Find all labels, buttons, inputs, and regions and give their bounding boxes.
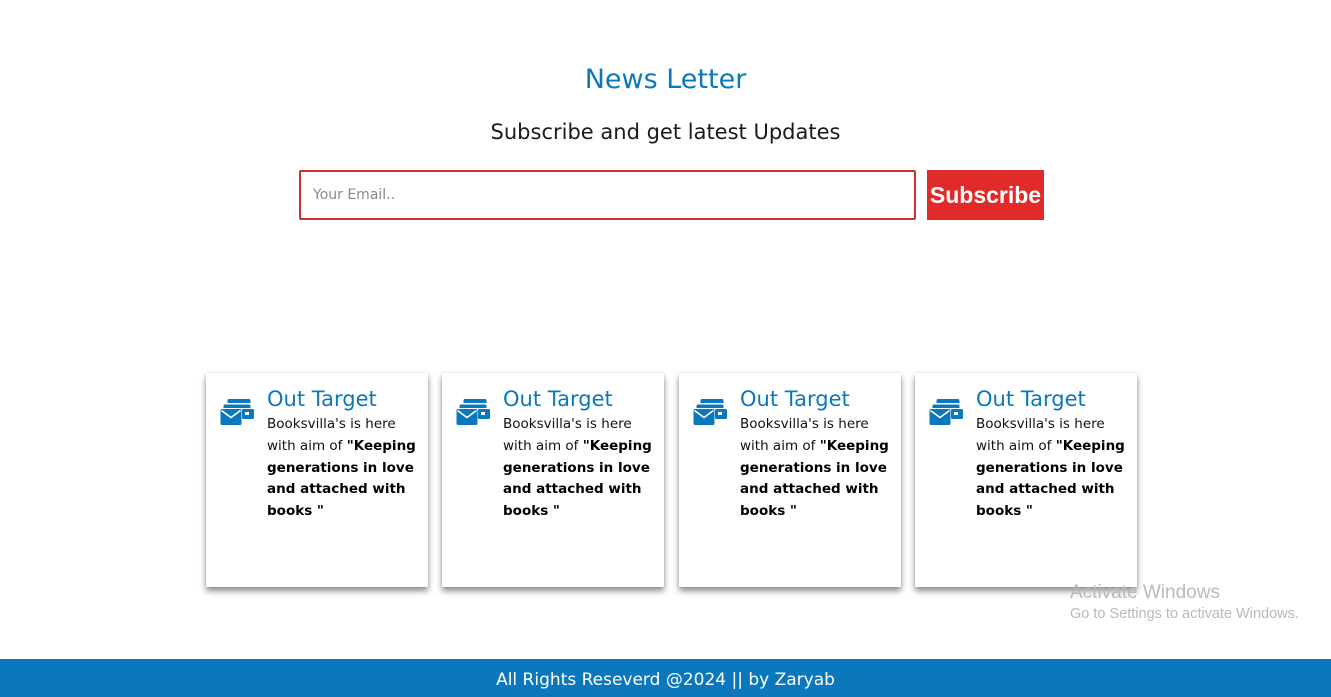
card-title: Out Target [503,387,613,411]
watermark-title: Activate Windows [1070,582,1220,603]
card-description: Booksvilla's is here with aim of "Keepin… [267,414,417,523]
card-title: Out Target [267,387,377,411]
subscribe-button[interactable]: Subscribe [927,170,1044,220]
footer-copyright: All Rights Reseverd @2024 || by Zaryab [496,670,835,690]
target-card: Out Target Booksvilla's is here with aim… [442,373,664,587]
envelopes-icon [456,397,490,427]
watermark-subtitle: Go to Settings to activate Windows. [1070,606,1299,622]
subscribe-form: Subscribe [299,170,1045,220]
newsletter-subtitle: Subscribe and get latest Updates [490,120,841,144]
activate-windows-watermark: Activate Windows Go to Settings to activ… [1070,582,1299,622]
target-card: Out Target Booksvilla's is here with aim… [679,373,901,587]
envelopes-icon [929,397,963,427]
card-title: Out Target [740,387,850,411]
card-description: Booksvilla's is here with aim of "Keepin… [976,414,1126,523]
target-card: Out Target Booksvilla's is here with aim… [206,373,428,587]
envelopes-icon [220,397,254,427]
target-card: Out Target Booksvilla's is here with aim… [915,373,1137,587]
envelopes-icon [693,397,727,427]
card-description: Booksvilla's is here with aim of "Keepin… [503,414,653,523]
email-input[interactable] [299,170,916,220]
card-description: Booksvilla's is here with aim of "Keepin… [740,414,890,523]
card-title: Out Target [976,387,1086,411]
newsletter-title: News Letter [584,64,747,95]
footer: All Rights Reseverd @2024 || by Zaryab [0,659,1331,697]
